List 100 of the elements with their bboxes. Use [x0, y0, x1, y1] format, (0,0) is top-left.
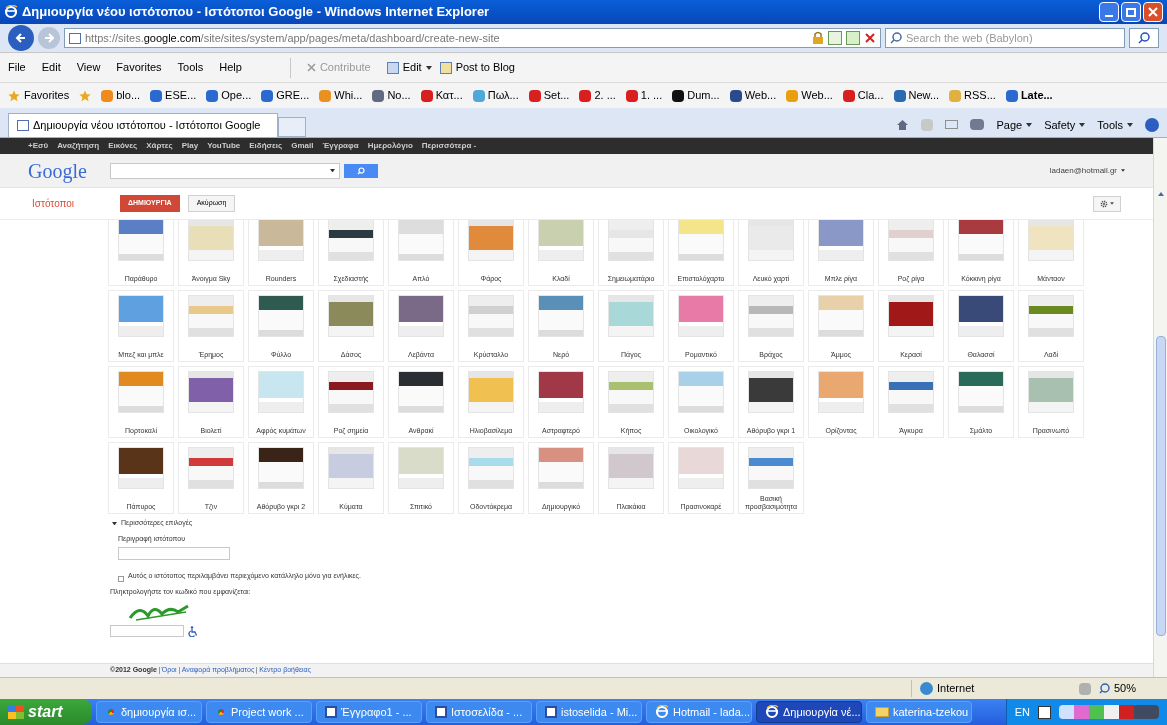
menu-item[interactable]: Help — [219, 59, 242, 76]
zoom-level[interactable]: 50% — [1099, 680, 1159, 697]
favorite-link[interactable]: Πωλ... — [472, 87, 519, 104]
favorite-link[interactable]: Cla... — [842, 87, 884, 104]
document-icon — [439, 61, 452, 74]
home-icon[interactable] — [896, 118, 910, 131]
new-tab-button[interactable] — [278, 117, 306, 137]
globe-icon — [920, 682, 933, 695]
close-button[interactable] — [1143, 2, 1163, 22]
browser-logo-icon — [105, 706, 117, 718]
protected-mode-icon[interactable] — [1079, 682, 1091, 695]
refresh-icon[interactable] — [846, 31, 860, 45]
menu-item[interactable]: File — [8, 59, 26, 76]
google-bar-link[interactable]: Περισσότερα - — [421, 140, 477, 152]
search-button[interactable] — [344, 163, 378, 178]
search-button[interactable] — [1129, 28, 1159, 48]
settings-button[interactable] — [1093, 195, 1121, 212]
folder-icon — [875, 707, 889, 717]
theme-thumbnail — [538, 447, 584, 489]
favorite-link[interactable]: 1. ... — [625, 87, 663, 104]
maximize-button[interactable] — [1121, 2, 1141, 22]
favorites-button[interactable]: Favorites — [8, 87, 70, 104]
search-placeholder: Search the web (Babylon) — [906, 30, 1033, 46]
theme-thumbnail — [1028, 295, 1074, 337]
description-field[interactable] — [118, 547, 230, 560]
page-icon — [69, 32, 81, 44]
google-bar-link[interactable]: Play — [181, 140, 199, 152]
accessibility-icon[interactable] — [188, 625, 198, 637]
favorite-link[interactable]: Dum... — [672, 87, 720, 104]
start-button[interactable]: start — [0, 699, 92, 725]
address-field[interactable]: https://sites.google.com/site/sites/system/app/pages/meta/dashboard/create-new-site — [64, 28, 881, 48]
gear-icon — [1100, 199, 1108, 208]
theme-thumbnail — [188, 295, 234, 337]
favorite-link[interactable]: Web... — [786, 87, 833, 104]
theme-thumbnail — [748, 295, 794, 337]
google-bar-link[interactable]: Εικόνες — [108, 140, 138, 152]
caret-icon — [1079, 122, 1086, 127]
menu-item[interactable]: Favorites — [116, 59, 162, 76]
google-logo: Google — [28, 158, 88, 185]
globe-e-icon — [655, 705, 669, 719]
menu-item[interactable]: Tools — [177, 59, 204, 76]
favorite-link[interactable]: ESE... — [150, 87, 197, 104]
lock-icon — [812, 31, 824, 45]
command-menu[interactable]: Safety — [1044, 116, 1086, 133]
edit-button[interactable]: Edit — [386, 59, 432, 76]
favorite-link[interactable]: Ope... — [206, 87, 252, 104]
language-indicator[interactable]: EN — [1014, 703, 1030, 721]
google-bar-link[interactable]: YouTube — [207, 140, 241, 152]
google-bar-link[interactable]: Έγγραφα — [322, 140, 359, 152]
forward-button[interactable] — [38, 27, 60, 49]
search-icon — [1138, 32, 1150, 44]
theme-thumbnail — [958, 295, 1004, 337]
help-icon[interactable] — [1038, 705, 1051, 719]
favorite-link[interactable]: Whi... — [319, 87, 363, 104]
back-button[interactable] — [8, 25, 34, 51]
theme-thumbnail — [398, 447, 444, 489]
google-bar-link[interactable]: Ειδήσεις — [249, 140, 283, 152]
google-bar-link[interactable]: Χάρτες — [146, 140, 173, 152]
theme-thumbnail — [118, 447, 164, 489]
favorite-link[interactable]: New... — [893, 87, 940, 104]
theme-thumbnail — [398, 371, 444, 413]
print-icon[interactable] — [970, 119, 985, 131]
favorite-link[interactable]: No... — [372, 87, 411, 104]
theme-thumbnail — [748, 371, 794, 413]
google-bar-link[interactable]: +Εσύ — [28, 140, 49, 152]
favorite-link[interactable]: RSS... — [949, 87, 996, 104]
caret-icon — [1121, 169, 1125, 172]
search-icon — [890, 32, 902, 44]
browser-tab[interactable]: Δημιουργία νέου ιστότοπου - Ιστότοποι Google — [8, 113, 278, 137]
command-menu[interactable]: Tools — [1097, 116, 1133, 133]
search-icon — [357, 166, 365, 175]
minimize-button[interactable] — [1099, 2, 1119, 22]
pencil-icon — [386, 61, 399, 74]
favorite-link[interactable]: 2. ... — [579, 87, 616, 104]
page-icon — [17, 120, 29, 131]
google-bar-link[interactable]: Gmail — [291, 140, 314, 152]
favorite-link[interactable]: blo... — [101, 87, 141, 104]
google-bar-link[interactable]: Αναζήτηση — [57, 140, 100, 152]
menu-item[interactable]: Edit — [41, 59, 61, 76]
favorite-link[interactable]: Κατ... — [420, 87, 463, 104]
browser-logo-icon — [4, 5, 18, 19]
captcha-field[interactable] — [110, 625, 184, 637]
scrollbar[interactable] — [1153, 138, 1167, 677]
theme-thumbnail — [958, 371, 1004, 413]
add-favorite-button[interactable] — [79, 89, 92, 102]
mail-icon[interactable] — [945, 120, 959, 130]
stop-icon[interactable] — [864, 32, 876, 44]
google-bar-link[interactable]: Ημερολόγιο — [367, 140, 413, 152]
taskbar-button[interactable]: Δημιουργία νέ... — [756, 701, 862, 723]
favorite-link[interactable]: GRE... — [261, 87, 310, 104]
favorite-link[interactable]: Late... — [1005, 87, 1053, 104]
search-field[interactable] — [110, 162, 340, 179]
theme-thumbnail — [608, 447, 654, 489]
favorite-link[interactable]: Set... — [528, 87, 570, 104]
menu-item[interactable]: View — [76, 59, 101, 76]
account-email[interactable]: ladaen@hotmail.gr — [1049, 164, 1125, 177]
command-menu[interactable]: Page — [996, 116, 1033, 133]
favorite-link[interactable]: Web... — [729, 87, 777, 104]
post-to-blog-button[interactable]: Post to Blog — [439, 59, 515, 76]
theme-thumbnail — [608, 371, 654, 413]
